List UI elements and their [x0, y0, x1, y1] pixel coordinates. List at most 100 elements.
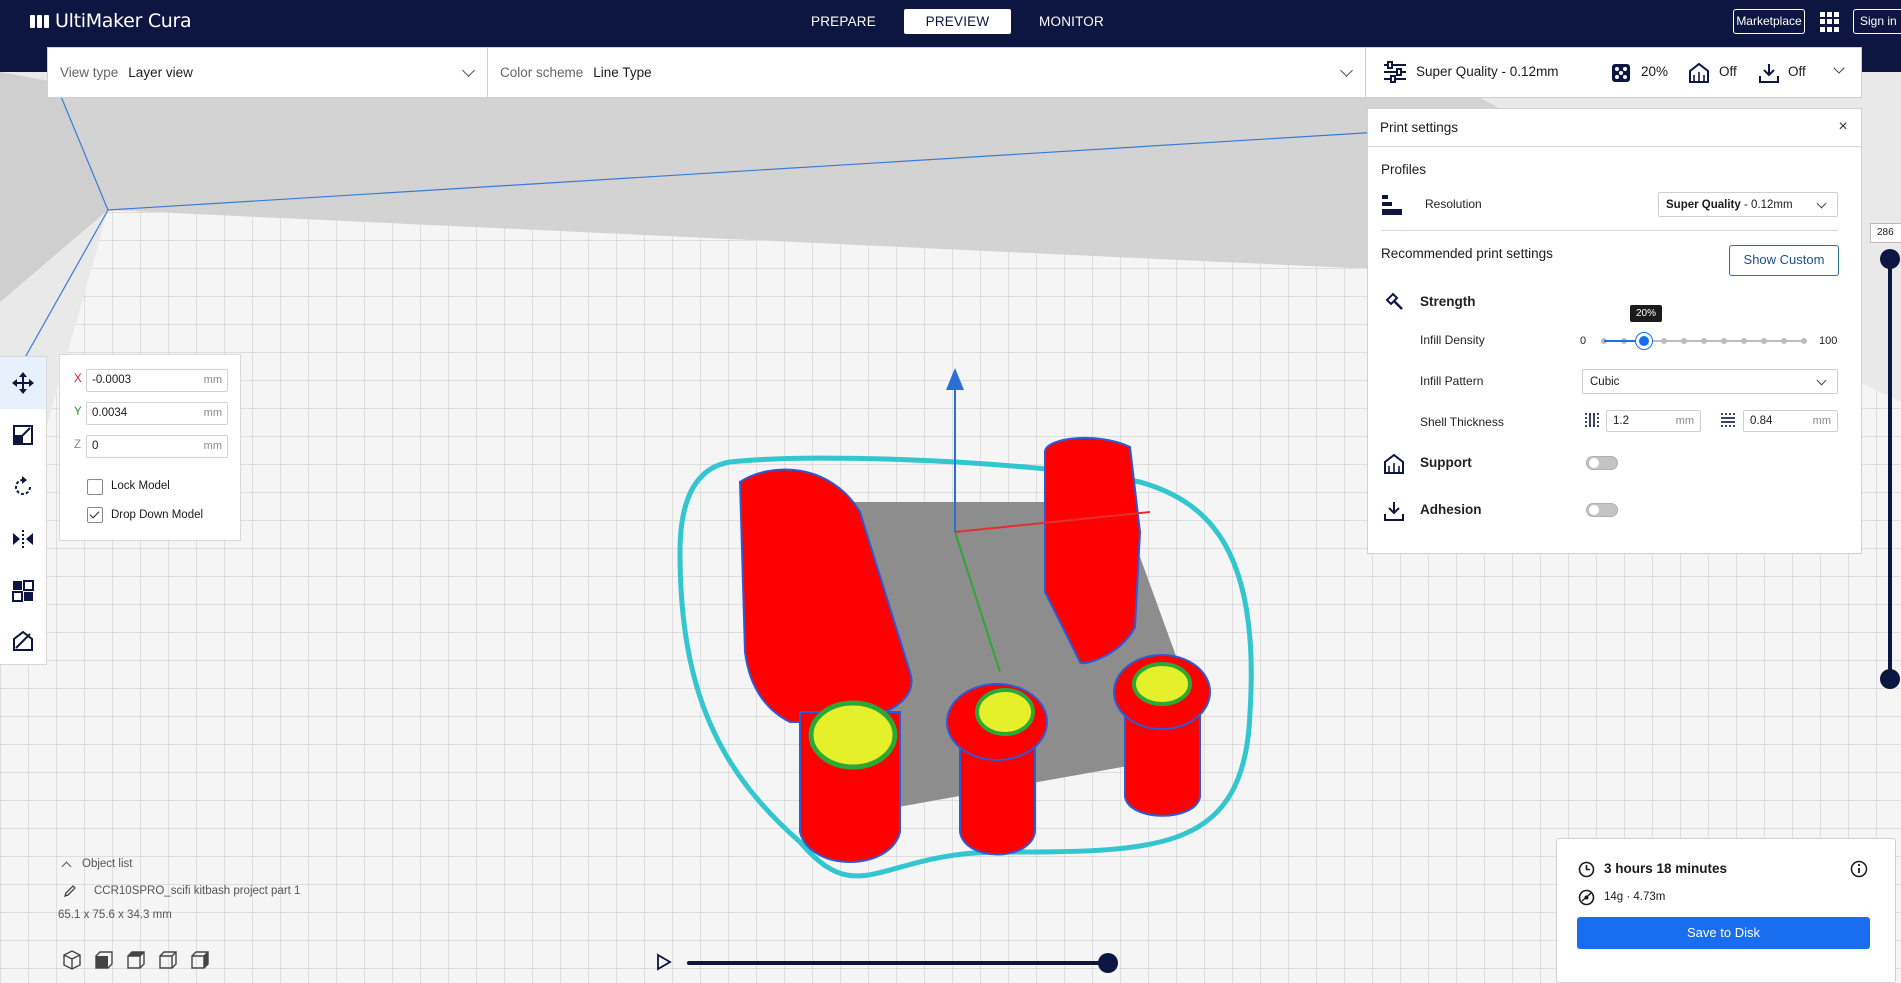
tab-monitor[interactable]: MONITOR	[1018, 9, 1125, 34]
object-list-toggle[interactable]: Object list	[58, 858, 358, 871]
top-bottom-thickness-icon	[1720, 412, 1736, 431]
view-type-value: Layer view	[128, 65, 193, 80]
x-axis-label: X	[74, 373, 82, 385]
z-position-value: 0	[92, 440, 99, 452]
view-toolbar: View type Layer view Color scheme Line T…	[47, 47, 1366, 98]
layer-lower-handle[interactable]	[1880, 669, 1900, 689]
layer-path-handle[interactable]	[1098, 953, 1118, 973]
apps-grid-icon[interactable]	[1820, 12, 1840, 32]
support-icon	[1688, 62, 1710, 87]
slider-handle[interactable]	[1636, 333, 1652, 349]
drop-down-model-checkbox[interactable]	[87, 507, 103, 523]
profiles-heading: Profiles	[1381, 162, 1427, 177]
slider-tick	[1761, 338, 1767, 344]
print-setup-bar[interactable]: Super Quality - 0.12mm 20% Off Off	[1366, 47, 1862, 98]
layer-path-slider[interactable]	[687, 961, 1108, 965]
infill-pattern-value: Cubic	[1590, 375, 1620, 388]
top-bottom-thickness-value: 0.84	[1750, 415, 1773, 427]
resolution-label: Resolution	[1425, 197, 1482, 211]
adhesion-heading: Adhesion	[1420, 502, 1482, 517]
unit-label: mm	[203, 407, 222, 419]
z-position-input[interactable]: 0 mm	[86, 435, 228, 458]
move-tool-button[interactable]	[0, 357, 46, 409]
resolution-quality: Super Quality	[1666, 198, 1741, 211]
scale-tool-button[interactable]	[0, 409, 46, 461]
view-type-dropdown[interactable]: View type Layer view	[48, 48, 488, 97]
drop-down-model-label: Drop Down Model	[111, 509, 204, 521]
3d-view-icon[interactable]	[62, 950, 82, 970]
divider	[1381, 230, 1838, 231]
adhesion-value: Off	[1788, 64, 1806, 79]
object-name: CCR10SPRO_scifi kitbash project part 1	[94, 885, 301, 897]
slider-tick	[1701, 338, 1707, 344]
chevron-down-icon	[462, 64, 475, 77]
wall-thickness-icon	[1584, 412, 1600, 431]
hammer-icon	[1384, 292, 1404, 315]
chevron-down-icon	[1816, 375, 1827, 386]
tab-preview[interactable]: PREVIEW	[904, 9, 1011, 34]
resolution-dropdown[interactable]: Super Quality - 0.12mm	[1658, 192, 1838, 217]
resolution-layer: - 0.12mm	[1740, 198, 1793, 211]
support-toggle[interactable]	[1586, 456, 1618, 470]
material-estimate: 14g · 4.73m	[1604, 891, 1666, 903]
support-blocker-button[interactable]	[0, 615, 46, 667]
z-axis-label: Z	[74, 439, 82, 451]
support-icon	[1383, 453, 1405, 478]
sign-in-button[interactable]: Sign in	[1853, 9, 1901, 34]
unit-label: mm	[1812, 415, 1831, 427]
color-scheme-dropdown[interactable]: Color scheme Line Type	[488, 48, 1365, 97]
color-scheme-label: Color scheme	[500, 65, 584, 80]
rotate-tool-button[interactable]	[0, 461, 46, 513]
info-icon[interactable]	[1850, 860, 1868, 881]
lock-model-checkbox[interactable]	[87, 479, 103, 495]
infill-icon	[1611, 63, 1631, 86]
adhesion-toggle[interactable]	[1586, 503, 1618, 517]
marketplace-button[interactable]: Marketplace	[1733, 9, 1805, 34]
y-position-input[interactable]: 0.0034 mm	[86, 402, 228, 425]
object-list-item[interactable]: CCR10SPRO_scifi kitbash project part 1	[58, 885, 358, 898]
top-view-icon[interactable]	[126, 950, 146, 970]
max-layer-input[interactable]: 286	[1870, 223, 1901, 243]
infill-min-label: 0	[1580, 335, 1587, 347]
infill-pattern-dropdown[interactable]: Cubic	[1582, 369, 1838, 394]
support-value: Off	[1719, 64, 1737, 79]
mirror-tool-button[interactable]	[0, 513, 46, 565]
x-position-input[interactable]: -0.0003 mm	[86, 369, 228, 392]
unit-label: mm	[1675, 415, 1694, 427]
left-view-icon[interactable]	[158, 950, 178, 970]
object-list: Object list CCR10SPRO_scifi kitbash proj…	[58, 858, 358, 921]
lock-model-label: Lock Model	[111, 480, 170, 492]
move-icon	[12, 372, 34, 394]
print-settings-panel: Print settings × Profiles Resolution Sup…	[1367, 108, 1862, 554]
chevron-down-icon	[1833, 62, 1845, 74]
top-bottom-thickness-input[interactable]: 0.84 mm	[1743, 410, 1838, 432]
slider-tick	[1661, 338, 1667, 344]
infill-density-slider[interactable]	[1601, 333, 1807, 349]
scale-icon	[13, 425, 33, 445]
chevron-down-icon	[1816, 198, 1827, 209]
clock-icon	[1578, 861, 1595, 881]
support-blocker-icon	[13, 630, 33, 651]
play-simulation-button[interactable]	[656, 953, 672, 971]
resolution-icon	[1382, 195, 1402, 220]
close-icon[interactable]: ×	[1835, 119, 1851, 135]
per-model-settings-button[interactable]	[0, 565, 46, 617]
save-to-disk-button[interactable]: Save to Disk	[1577, 917, 1870, 949]
front-view-icon[interactable]	[94, 950, 114, 970]
tab-prepare[interactable]: PREPARE	[790, 9, 897, 34]
wall-thickness-input[interactable]: 1.2 mm	[1606, 410, 1701, 432]
ultimaker-logo-icon	[30, 14, 49, 28]
app-logo: UltiMaker Cura	[30, 10, 192, 32]
right-view-icon[interactable]	[190, 950, 210, 970]
layer-range-slider[interactable]	[1888, 252, 1892, 682]
play-icon	[657, 953, 672, 971]
infill-value: 20%	[1641, 64, 1669, 79]
infill-value-tooltip: 20%	[1630, 305, 1662, 322]
wall-thickness-value: 1.2	[1613, 415, 1629, 427]
show-custom-button[interactable]: Show Custom	[1729, 245, 1839, 276]
unit-label: mm	[203, 440, 222, 452]
infill-density-label: Infill Density	[1420, 333, 1485, 347]
layer-upper-handle[interactable]	[1880, 249, 1900, 269]
slider-tick	[1801, 338, 1807, 344]
profile-name: Super Quality - 0.12mm	[1416, 64, 1559, 79]
